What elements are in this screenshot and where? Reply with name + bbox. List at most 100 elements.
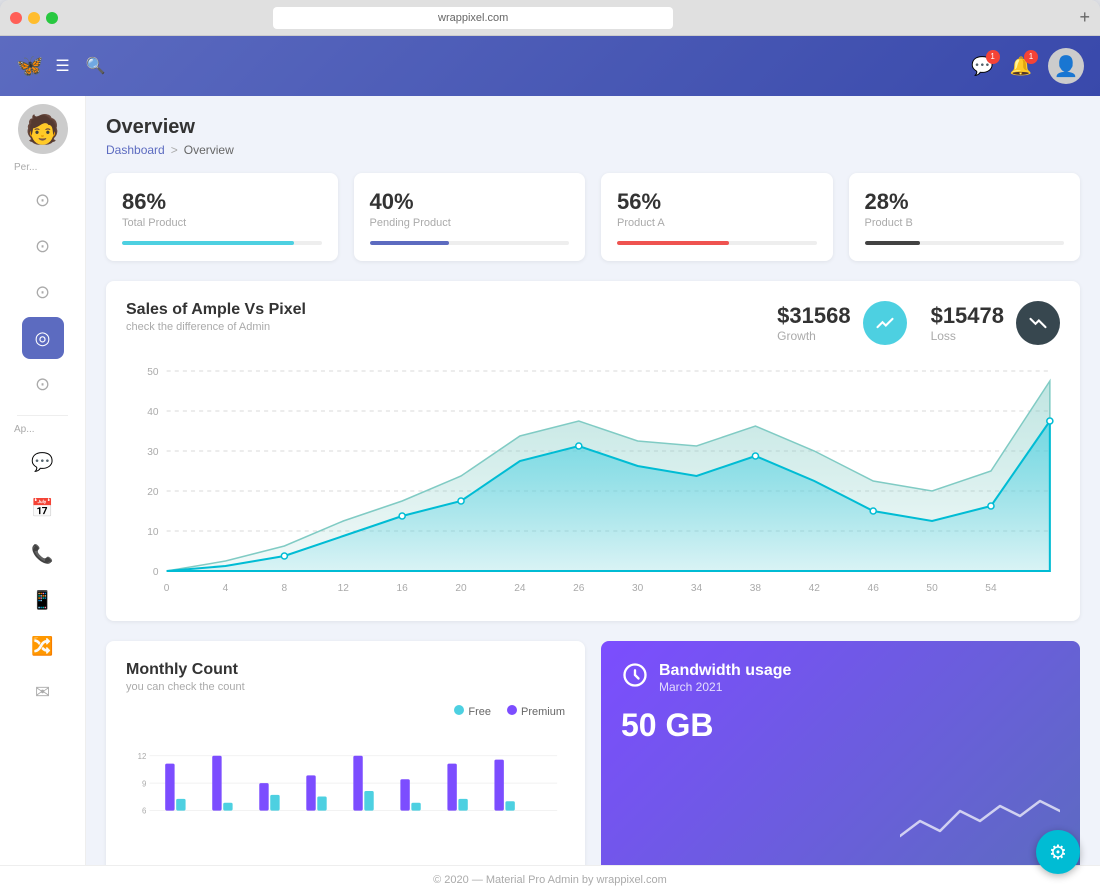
stat-card-product-a: 56% Product A xyxy=(601,173,833,261)
new-tab-button[interactable]: + xyxy=(1079,7,1090,28)
sidebar-item-clock1[interactable]: ⊙ xyxy=(22,179,64,221)
sidebar: 🧑 Per... ⊙ ⊙ ⊙ ◎ ⊙ Ap... 💬 📅 📞 📱 🔀 xyxy=(0,96,86,865)
hamburger-icon[interactable]: ☰ xyxy=(55,56,69,76)
stat-bar-pending xyxy=(370,241,570,245)
sidebar-app-label: Ap... xyxy=(0,424,35,435)
stat-bar-b xyxy=(865,241,1065,245)
chart-stats: $31568 Growth $15478 Loss xyxy=(777,301,1060,345)
stat-bar-total xyxy=(122,241,322,245)
bottom-section: Monthly Count you can check the count Fr… xyxy=(106,641,1080,865)
sidebar-item-calendar[interactable]: 📅 xyxy=(22,487,64,529)
sidebar-item-phone1[interactable]: 📞 xyxy=(22,533,64,575)
loss-icon[interactable] xyxy=(1016,301,1060,345)
stat-label-b: Product B xyxy=(865,217,1065,229)
svg-text:9: 9 xyxy=(142,779,146,788)
chart-stat-growth: $31568 Growth xyxy=(777,301,906,345)
browser-window: wrappixel.com + 🦋 ☰ 🔍 💬 1 🔔 1 👤 xyxy=(0,0,1100,894)
svg-text:54: 54 xyxy=(985,583,997,594)
chart-title: Sales of Ample Vs Pixel xyxy=(126,301,777,319)
bandwidth-date: March 2021 xyxy=(659,680,791,694)
notifications-button[interactable]: 🔔 1 xyxy=(1010,56,1032,77)
stat-percent-pending: 40% xyxy=(370,189,570,215)
legend-premium: Premium xyxy=(507,705,565,718)
svg-text:30: 30 xyxy=(632,583,644,594)
stat-bar-fill-pending xyxy=(370,241,450,245)
monthly-title: Monthly Count xyxy=(126,661,565,679)
monthly-legend-area: Free Premium xyxy=(126,705,565,726)
nav-right: 💬 1 🔔 1 👤 xyxy=(971,48,1084,84)
nav-logo: 🦋 xyxy=(16,53,43,79)
close-dot[interactable] xyxy=(10,12,22,24)
growth-icon[interactable] xyxy=(863,301,907,345)
stat-bar-fill-total xyxy=(122,241,294,245)
chart-subtitle: check the difference of Admin xyxy=(126,321,777,333)
svg-text:50: 50 xyxy=(147,367,159,378)
svg-text:16: 16 xyxy=(396,583,408,594)
svg-text:42: 42 xyxy=(809,583,821,594)
breadcrumb-dashboard[interactable]: Dashboard xyxy=(106,143,165,157)
page-title: Overview xyxy=(106,116,1080,139)
chart-stat-loss: $15478 Loss xyxy=(931,301,1060,345)
growth-label: Growth xyxy=(777,329,850,343)
bandwidth-icon xyxy=(621,661,649,695)
growth-value: $31568 xyxy=(777,303,850,329)
stat-label-total: Total Product xyxy=(122,217,322,229)
bandwidth-value: 50 GB xyxy=(621,707,1060,744)
main-area: 🧑 Per... ⊙ ⊙ ⊙ ◎ ⊙ Ap... 💬 📅 📞 📱 🔀 xyxy=(0,96,1100,865)
stat-percent-a: 56% xyxy=(617,189,817,215)
footer-text: © 2020 — Material Pro Admin by wrappixel… xyxy=(433,874,667,886)
stat-bar-fill-b xyxy=(865,241,921,245)
breadcrumb-separator: > xyxy=(171,143,178,157)
sidebar-nav: ⊙ ⊙ ⊙ ◎ ⊙ xyxy=(0,177,85,407)
sidebar-user-label: Per... xyxy=(0,162,37,173)
search-icon[interactable]: 🔍 xyxy=(86,56,106,76)
stat-percent-b: 28% xyxy=(865,189,1065,215)
legend-dot-premium xyxy=(507,705,517,715)
stat-card-total-product: 86% Total Product xyxy=(106,173,338,261)
stat-label-pending: Pending Product xyxy=(370,217,570,229)
monthly-subtitle: you can check the count xyxy=(126,681,565,693)
browser-toolbar: wrappixel.com + xyxy=(0,0,1100,36)
page-header: Overview Dashboard > Overview xyxy=(106,116,1080,157)
stat-bar-a xyxy=(617,241,817,245)
sidebar-item-transfer[interactable]: 🔀 xyxy=(22,625,64,667)
legend-free: Free xyxy=(454,705,491,718)
legend-dot-free xyxy=(454,705,464,715)
svg-text:24: 24 xyxy=(514,583,526,594)
top-navbar: 🦋 ☰ 🔍 💬 1 🔔 1 👤 xyxy=(0,36,1100,96)
sidebar-item-clock4[interactable]: ⊙ xyxy=(22,363,64,405)
svg-text:34: 34 xyxy=(691,583,703,594)
avatar[interactable]: 👤 xyxy=(1048,48,1084,84)
sidebar-item-chat[interactable]: 💬 xyxy=(22,441,64,483)
bandwidth-title-area: Bandwidth usage March 2021 xyxy=(659,662,791,694)
browser-dots xyxy=(10,12,58,24)
bandwidth-card: Bandwidth usage March 2021 50 GB xyxy=(601,641,1080,865)
sidebar-item-active[interactable]: ◎ xyxy=(22,317,64,359)
svg-text:12: 12 xyxy=(338,583,350,594)
svg-text:0: 0 xyxy=(153,567,159,578)
svg-text:20: 20 xyxy=(147,487,159,498)
svg-text:50: 50 xyxy=(926,583,938,594)
url-bar[interactable]: wrappixel.com xyxy=(273,7,673,29)
svg-text:12: 12 xyxy=(138,752,147,761)
sidebar-avatar: 🧑 xyxy=(18,104,68,154)
monthly-legend: Free Premium xyxy=(454,705,565,718)
chart-section: Sales of Ample Vs Pixel check the differ… xyxy=(106,281,1080,621)
sidebar-item-email[interactable]: ✉ xyxy=(22,671,64,713)
messages-button[interactable]: 💬 1 xyxy=(971,56,993,77)
maximize-dot[interactable] xyxy=(46,12,58,24)
sidebar-item-clock2[interactable]: ⊙ xyxy=(22,225,64,267)
sidebar-item-clock3[interactable]: ⊙ xyxy=(22,271,64,313)
breadcrumb: Dashboard > Overview xyxy=(106,143,1080,157)
settings-fab[interactable]: ⚙ xyxy=(1036,830,1080,874)
stat-label-a: Product A xyxy=(617,217,817,229)
chart-header: Sales of Ample Vs Pixel check the differ… xyxy=(126,301,1060,345)
minimize-dot[interactable] xyxy=(28,12,40,24)
svg-text:10: 10 xyxy=(147,527,159,538)
sidebar-apps: 💬 📅 📞 📱 🔀 ✉ xyxy=(0,439,85,715)
notifications-badge: 1 xyxy=(1024,50,1038,64)
svg-text:6: 6 xyxy=(142,807,147,816)
sidebar-item-phone2[interactable]: 📱 xyxy=(22,579,64,621)
svg-text:30: 30 xyxy=(147,447,159,458)
svg-text:0: 0 xyxy=(164,583,170,594)
